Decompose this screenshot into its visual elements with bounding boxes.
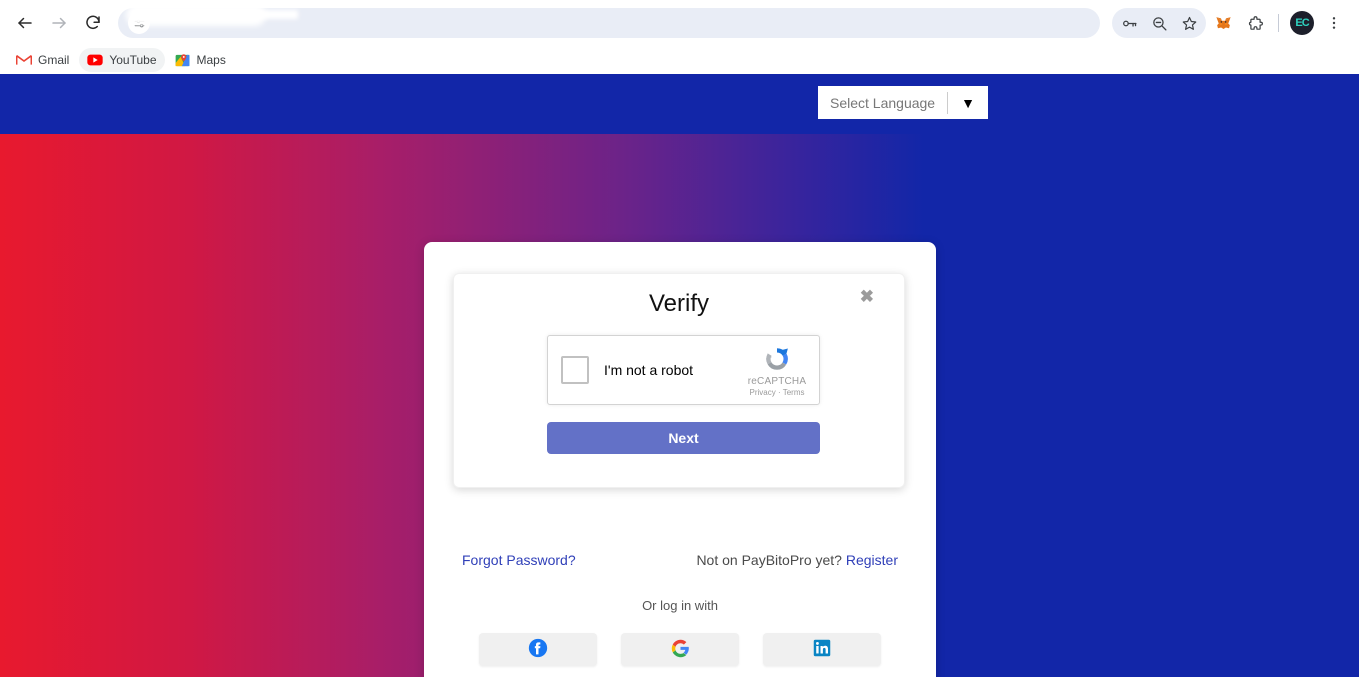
bookmark-label: Gmail <box>38 53 70 67</box>
linkedin-icon <box>813 639 831 660</box>
bookmark-label: YouTube <box>109 53 157 67</box>
toolbar-divider <box>1278 14 1279 32</box>
register-prompt-text: Not on PayBitoPro yet? <box>696 552 842 568</box>
browser-chrome: EC Gmail YouTube Maps <box>0 0 1359 74</box>
web-page: Select Language ▼ Verify ✖ I'm not a rob… <box>0 74 1359 677</box>
register-prompt-group: Not on PayBitoPro yet? Register <box>696 552 898 568</box>
browser-toolbar: EC <box>0 0 1359 46</box>
recaptcha-branding: reCAPTCHA Privacy · Terms <box>741 343 813 397</box>
page-background: Verify ✖ I'm not a robot reCAPTCHA Priva… <box>0 134 1359 677</box>
linkedin-login-button[interactable] <box>763 633 881 666</box>
or-login-with-label: Or log in with <box>642 598 718 613</box>
language-select[interactable]: Select Language ▼ <box>818 86 988 119</box>
bookmarks-bar: Gmail YouTube Maps <box>0 46 1359 74</box>
chevron-down-icon[interactable]: ▼ <box>948 95 988 111</box>
verify-modal: Verify ✖ I'm not a robot reCAPTCHA Priva… <box>453 273 905 488</box>
metamask-extension-icon[interactable] <box>1208 8 1238 38</box>
url-redaction-overlay-2 <box>238 10 298 19</box>
omnibox-action-group <box>1112 8 1206 38</box>
recaptcha-label: I'm not a robot <box>604 362 694 378</box>
address-bar[interactable] <box>118 4 1100 38</box>
bookmark-gmail[interactable]: Gmail <box>8 48 77 72</box>
register-link[interactable]: Register <box>846 552 898 568</box>
back-arrow-icon[interactable] <box>10 8 40 38</box>
bookmark-maps[interactable]: Maps <box>167 48 234 72</box>
extensions-puzzle-icon[interactable] <box>1240 8 1270 38</box>
recaptcha-brand-name: reCAPTCHA <box>747 376 807 387</box>
forgot-password-link[interactable]: Forgot Password? <box>462 552 576 568</box>
forward-arrow-icon[interactable] <box>44 8 74 38</box>
profile-avatar[interactable]: EC <box>1287 8 1317 38</box>
facebook-icon <box>528 638 548 661</box>
language-select-label: Select Language <box>830 94 936 111</box>
site-header: Select Language ▼ <box>0 74 1359 134</box>
password-key-icon[interactable] <box>1114 8 1144 38</box>
reload-icon[interactable] <box>78 8 108 38</box>
google-maps-icon <box>175 52 191 68</box>
gmail-icon <box>16 52 32 68</box>
recaptcha-widget[interactable]: I'm not a robot reCAPTCHA Privacy · Term… <box>547 335 820 405</box>
recaptcha-checkbox[interactable] <box>561 356 589 384</box>
modal-title: Verify <box>648 290 710 317</box>
chrome-menu-icon[interactable] <box>1319 8 1349 38</box>
recaptcha-logo-icon <box>766 348 788 370</box>
recaptcha-legal-links[interactable]: Privacy · Terms <box>750 388 805 397</box>
social-login-row <box>424 633 936 666</box>
next-button[interactable]: Next <box>547 422 820 454</box>
google-icon <box>671 639 690 661</box>
bookmark-star-icon[interactable] <box>1174 8 1204 38</box>
google-login-button[interactable] <box>621 633 739 666</box>
zoom-out-icon[interactable] <box>1144 8 1174 38</box>
profile-avatar-initials: EC <box>1290 11 1314 35</box>
login-card: Verify ✖ I'm not a robot reCAPTCHA Priva… <box>424 242 936 677</box>
bookmark-label: Maps <box>196 53 226 67</box>
close-icon[interactable]: ✖ <box>860 288 874 305</box>
facebook-login-button[interactable] <box>479 633 597 666</box>
youtube-icon <box>87 52 104 68</box>
bookmark-youtube[interactable]: YouTube <box>79 48 165 72</box>
toolbar-icon-group: EC <box>1112 8 1349 38</box>
card-links-row: Forgot Password? Not on PayBitoPro yet? … <box>424 552 936 568</box>
